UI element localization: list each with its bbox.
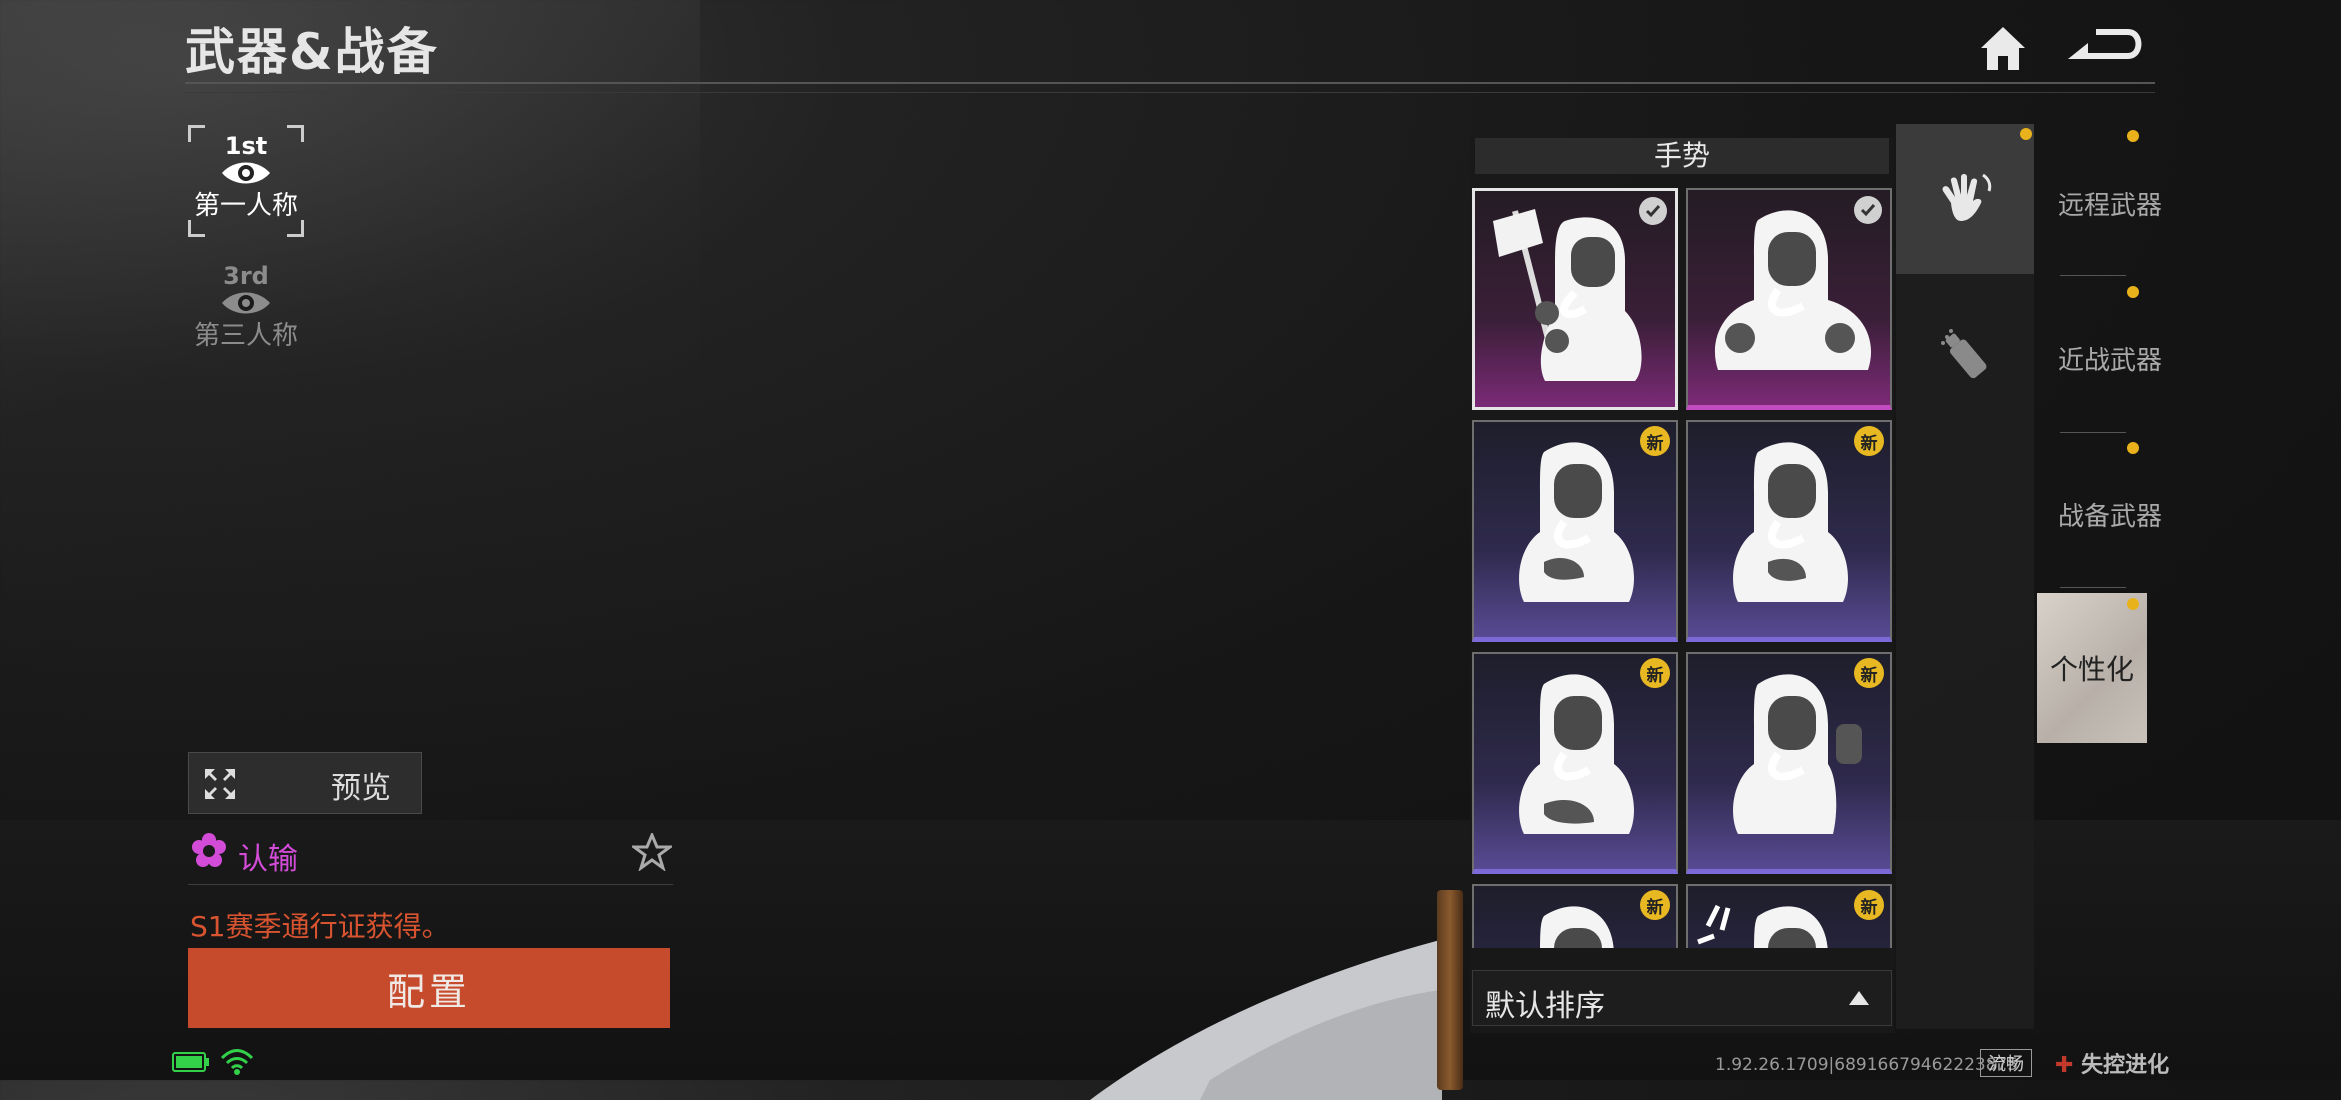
hazmat-character-icon <box>1733 674 1862 834</box>
view-label: 第三人称 <box>193 321 298 351</box>
configure-button[interactable]: 配置 <box>188 948 670 1028</box>
new-badge: 新 <box>1640 890 1670 920</box>
return-arrow-icon <box>2068 29 2142 59</box>
wave-hand-icon <box>1942 173 1992 221</box>
gesture-card-flex[interactable] <box>1686 188 1892 410</box>
corner-bracket <box>287 220 304 237</box>
first-person-view-button[interactable]: 1st 第一人称 <box>188 125 304 237</box>
gesture-card-surrender-flag[interactable] <box>1472 188 1678 410</box>
corner-bracket <box>188 125 205 142</box>
spray-category-tab[interactable] <box>1896 280 2034 430</box>
preview-button[interactable]: 预览 <box>188 752 422 814</box>
new-badge: 新 <box>1640 658 1670 688</box>
flag-pole-model <box>1437 890 1463 1090</box>
new-badge: 新 <box>1854 658 1884 688</box>
tab-tactical-weapons[interactable]: 战备武器 <box>2040 496 2180 533</box>
favorite-star-icon[interactable] <box>632 833 672 871</box>
logo-text: 失控进化 <box>2081 1053 2170 1078</box>
gesture-panel-title: 手势 <box>1475 138 1889 174</box>
view-ordinal: 3rd <box>223 262 269 290</box>
logo-mark-icon: ✚ <box>2055 1053 2074 1078</box>
preview-label: 预览 <box>331 771 391 806</box>
triangle-up-icon <box>1849 991 1869 1005</box>
gesture-card-wave-low[interactable]: 新 <box>1472 420 1678 642</box>
wifi-icon <box>220 1049 254 1075</box>
view-label: 第一人称 <box>193 191 298 221</box>
tab-melee-weapons[interactable]: 近战武器 <box>2040 340 2180 377</box>
hazmat-character-icon <box>1733 442 1848 602</box>
emote-source-text: S1赛季通行证获得。 <box>190 910 450 943</box>
gesture-card-wave-high[interactable]: 新 <box>1472 652 1678 874</box>
notification-dot <box>2127 442 2139 454</box>
spotlight-beam <box>0 0 700 700</box>
tab-divider <box>2060 275 2126 276</box>
game-logo: ✚ 失控进化 <box>2055 1047 2169 1079</box>
owned-check-icon <box>1639 197 1667 225</box>
home-icon <box>1981 27 2025 70</box>
eye-icon <box>222 162 270 184</box>
notification-dot <box>2127 598 2139 610</box>
corner-bracket <box>188 220 205 237</box>
third-person-view-button[interactable]: 3rd 第三人称 <box>188 255 304 367</box>
hazmat-character-fists-icon <box>1714 210 1872 370</box>
tab-ranged-weapons[interactable]: 远程武器 <box>2040 185 2180 222</box>
header-divider-secondary <box>185 92 2155 93</box>
notification-dot <box>2127 286 2139 298</box>
hazmat-character-icon <box>1519 674 1634 834</box>
tab-personalization[interactable]: 个性化 <box>2037 593 2147 743</box>
battery-icon <box>172 1052 209 1072</box>
gesture-grid: 新 新 新 新 新 新 <box>1472 188 1896 948</box>
expand-icon <box>205 769 235 799</box>
tab-divider <box>2060 587 2126 588</box>
notification-dot <box>2127 130 2139 142</box>
owned-check-icon <box>1854 196 1882 224</box>
white-flag-model <box>1090 940 1442 1100</box>
eye-icon <box>222 292 270 314</box>
sort-dropdown[interactable]: 默认排序 <box>1472 970 1892 1026</box>
tab-divider <box>2060 432 2126 433</box>
notification-dot <box>2020 128 2032 140</box>
version-text: 1.92.26.1709|68916679462223875 <box>1715 1055 2019 1075</box>
gesture-card-wave-mid[interactable]: 新 <box>1686 420 1892 642</box>
gesture-card-raise-fist[interactable]: 新 <box>1686 652 1892 874</box>
spray-can-icon <box>1941 329 1987 379</box>
gesture-card-partial[interactable]: 新 <box>1472 884 1678 948</box>
graphics-quality-badge: 流畅 <box>1980 1049 2032 1077</box>
page-title: 武器&战备 <box>185 23 439 81</box>
hazmat-character-icon <box>1519 442 1634 602</box>
new-badge: 新 <box>1640 426 1670 456</box>
name-divider <box>188 884 673 885</box>
new-badge: 新 <box>1854 426 1884 456</box>
header-divider <box>185 82 2155 84</box>
emote-name: 认输 <box>238 842 298 877</box>
corner-bracket <box>287 125 304 142</box>
back-button[interactable] <box>2065 22 2149 74</box>
new-badge: 新 <box>1854 890 1884 920</box>
sort-label: 默认排序 <box>1485 989 1605 1024</box>
flower-rarity-icon <box>192 833 226 867</box>
home-button[interactable] <box>1975 20 2031 76</box>
gesture-card-partial[interactable]: 新 <box>1686 884 1892 948</box>
gesture-category-tab[interactable] <box>1896 124 2034 274</box>
